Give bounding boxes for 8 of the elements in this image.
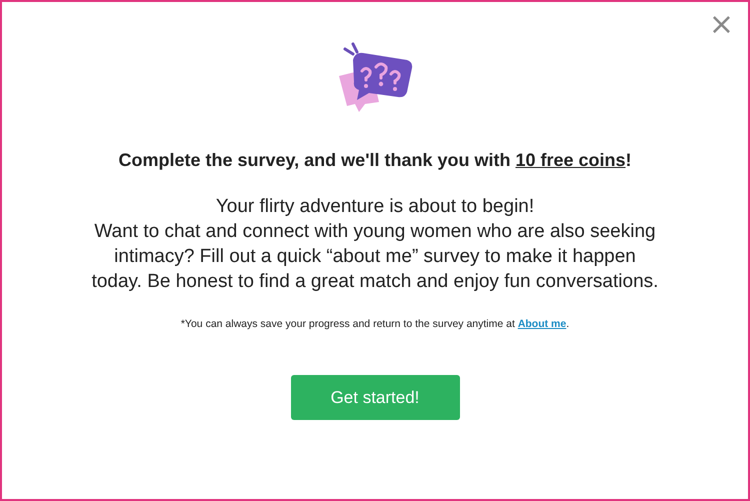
close-button[interactable]: ×	[704, 10, 738, 40]
get-started-button[interactable]: Get started!	[290, 375, 460, 420]
link[interactable]: 10 free coins	[515, 150, 626, 170]
link[interactable]: About me	[518, 318, 566, 330]
footnote: *You can always save your progress and return to the survey anytime at About me.	[180, 318, 570, 330]
body-text: Want to chat and connect with young women who are also seeking intimacy? Fill out a quick “about me” survey to make it happen today. Be honest to find a great match and enjoy fun conversations.	[90, 220, 660, 294]
body-text: Your flirty adventure is about to begin!	[214, 195, 536, 219]
headline: Complete the survey, and we'll thank you with 10 free coins!	[118, 150, 632, 171]
